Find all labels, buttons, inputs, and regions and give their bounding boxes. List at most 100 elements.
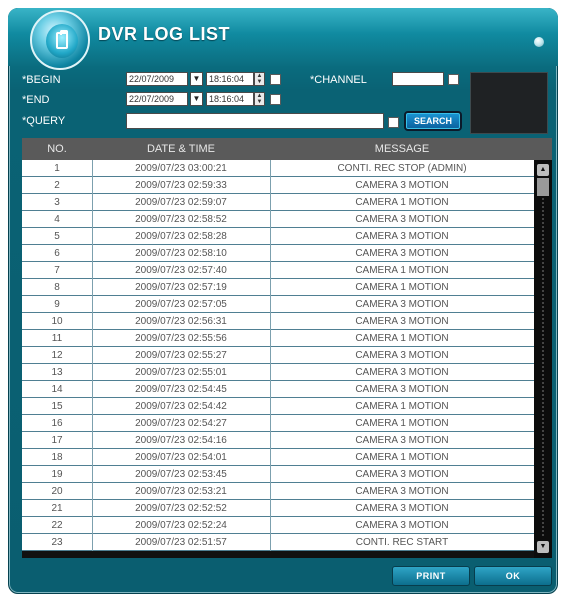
table-row[interactable]: 12 2009/07/23 02:55:27 CAMERA 3 MOTION — [22, 347, 534, 364]
query-label: *QUERY — [22, 115, 66, 127]
cell-date-time: 2009/07/23 02:55:56 — [135, 333, 227, 344]
cell-date-time: 2009/07/23 02:52:52 — [135, 503, 227, 514]
cell-date-time: 2009/07/23 02:54:42 — [135, 401, 227, 412]
cell-message: CAMERA 3 MOTION — [355, 520, 449, 531]
cell-date-time: 2009/07/23 02:59:33 — [135, 180, 227, 191]
cell-no: 6 — [54, 248, 60, 259]
cell-message: CAMERA 3 MOTION — [355, 503, 449, 514]
cell-no: 21 — [51, 503, 63, 514]
table-row[interactable]: 7 2009/07/23 02:57:40 CAMERA 1 MOTION — [22, 262, 534, 279]
end-checkbox[interactable] — [270, 94, 281, 105]
cell-date-time: 2009/07/23 02:58:52 — [135, 214, 227, 225]
query-checkbox[interactable] — [388, 117, 399, 128]
camera-preview — [470, 72, 548, 134]
close-dot-icon[interactable] — [534, 37, 544, 47]
cell-message: CAMERA 1 MOTION — [355, 333, 449, 344]
cell-message: CAMERA 3 MOTION — [355, 469, 449, 480]
window-title: DVR LOG LIST — [98, 24, 230, 44]
table-scrollbar[interactable]: ▲ ▼ — [534, 160, 552, 558]
cell-no: 3 — [54, 197, 60, 208]
cell-date-time: 2009/07/23 02:57:19 — [135, 282, 227, 293]
cell-message: CAMERA 1 MOTION — [355, 197, 449, 208]
cell-date-time: 2009/07/23 02:53:21 — [135, 486, 227, 497]
cell-date-time: 2009/07/23 02:54:27 — [135, 418, 227, 429]
table-row[interactable]: 23 2009/07/23 02:51:57 CONTI. REC START — [22, 534, 534, 551]
channel-checkbox[interactable] — [448, 74, 459, 85]
scroll-up-arrow-icon[interactable]: ▲ — [537, 164, 549, 176]
end-date-field[interactable]: 22/07/2009 — [126, 92, 188, 106]
cell-date-time: 2009/07/23 02:59:07 — [135, 197, 227, 208]
ok-button[interactable]: OK — [474, 566, 552, 586]
cell-message: CAMERA 3 MOTION — [355, 180, 449, 191]
channel-input[interactable] — [392, 72, 444, 86]
cell-message: CAMERA 1 MOTION — [355, 401, 449, 412]
table-row[interactable]: 18 2009/07/23 02:54:01 CAMERA 1 MOTION — [22, 449, 534, 466]
table-row[interactable]: 9 2009/07/23 02:57:05 CAMERA 3 MOTION — [22, 296, 534, 313]
cell-date-time: 2009/07/23 02:57:40 — [135, 265, 227, 276]
cell-date-time: 2009/07/23 02:54:16 — [135, 435, 227, 446]
filter-panel: *BEGIN 22/07/2009 ▼ 18:16:04 ▲ ▼ *CHANNEL… — [22, 66, 552, 136]
table-row[interactable]: 20 2009/07/23 02:53:21 CAMERA 3 MOTION — [22, 483, 534, 500]
table-row[interactable]: 22 2009/07/23 02:52:24 CAMERA 3 MOTION — [22, 517, 534, 534]
end-date-dropdown[interactable]: ▼ — [190, 92, 203, 106]
cell-message: CAMERA 3 MOTION — [355, 214, 449, 225]
table-row[interactable]: 15 2009/07/23 02:54:42 CAMERA 1 MOTION — [22, 398, 534, 415]
table-row[interactable]: 21 2009/07/23 02:52:52 CAMERA 3 MOTION — [22, 500, 534, 517]
query-input[interactable] — [126, 113, 384, 129]
table-row[interactable]: 3 2009/07/23 02:59:07 CAMERA 1 MOTION — [22, 194, 534, 211]
table-row[interactable]: 17 2009/07/23 02:54:16 CAMERA 3 MOTION — [22, 432, 534, 449]
table-row[interactable]: 11 2009/07/23 02:55:56 CAMERA 1 MOTION — [22, 330, 534, 347]
cell-no: 13 — [51, 367, 63, 378]
table-row[interactable]: 19 2009/07/23 02:53:45 CAMERA 3 MOTION — [22, 466, 534, 483]
title-bar — [8, 8, 558, 66]
begin-time-spinner[interactable]: ▲ ▼ — [254, 72, 265, 86]
scroll-down-arrow-icon[interactable]: ▼ — [537, 541, 549, 553]
begin-time-field[interactable]: 18:16:04 — [206, 72, 254, 86]
table-row[interactable]: 13 2009/07/23 02:55:01 CAMERA 3 MOTION — [22, 364, 534, 381]
table-row[interactable]: 14 2009/07/23 02:54:45 CAMERA 3 MOTION — [22, 381, 534, 398]
clipboard-icon — [56, 30, 68, 49]
cell-message: CAMERA 3 MOTION — [355, 486, 449, 497]
cell-message: CAMERA 1 MOTION — [355, 282, 449, 293]
table-row[interactable]: 16 2009/07/23 02:54:27 CAMERA 1 MOTION — [22, 415, 534, 432]
cell-no: 16 — [51, 418, 63, 429]
cell-message: CAMERA 3 MOTION — [355, 350, 449, 361]
cell-message: CAMERA 3 MOTION — [355, 299, 449, 310]
cell-date-time: 2009/07/23 02:58:28 — [135, 231, 227, 242]
table-row[interactable]: 1 2009/07/23 03:00:21 CONTI. REC STOP (ADM… — [22, 160, 534, 177]
scroll-track[interactable] — [542, 198, 544, 536]
table-row[interactable]: 4 2009/07/23 02:58:52 CAMERA 3 MOTION — [22, 211, 534, 228]
table-row[interactable]: 2 2009/07/23 02:59:33 CAMERA 3 MOTION — [22, 177, 534, 194]
scroll-thumb[interactable] — [537, 178, 549, 196]
cell-no: 10 — [51, 316, 63, 327]
cell-message: CONTI. REC START — [355, 537, 449, 548]
cell-no: 17 — [51, 435, 63, 446]
end-time-spinner[interactable]: ▲ ▼ — [254, 92, 265, 106]
cell-no: 20 — [51, 486, 63, 497]
cell-message: CAMERA 3 MOTION — [355, 367, 449, 378]
cell-date-time: 2009/07/23 02:54:45 — [135, 384, 227, 395]
search-button[interactable]: SEARCH — [404, 111, 462, 131]
cell-date-time: 2009/07/23 02:55:01 — [135, 367, 227, 378]
print-button[interactable]: PRINT — [392, 566, 470, 586]
begin-date-dropdown[interactable]: ▼ — [190, 72, 203, 86]
cell-message: CAMERA 3 MOTION — [355, 316, 449, 327]
header-message: MESSAGE — [374, 143, 430, 155]
cell-message: CONTI. REC STOP (ADMIN) — [337, 163, 467, 174]
begin-date-field[interactable]: 22/07/2009 — [126, 72, 188, 86]
table-row[interactable]: 8 2009/07/23 02:57:19 CAMERA 1 MOTION — [22, 279, 534, 296]
cell-no: 1 — [54, 163, 60, 174]
header-no: NO. — [47, 143, 67, 155]
cell-message: CAMERA 3 MOTION — [355, 231, 449, 242]
table-row[interactable]: 6 2009/07/23 02:58:10 CAMERA 3 MOTION — [22, 245, 534, 262]
cell-no: 2 — [54, 180, 60, 191]
begin-checkbox[interactable] — [270, 74, 281, 85]
cell-no: 11 — [51, 333, 63, 344]
table-header: NO. DATE & TIME MESSAGE — [22, 138, 552, 160]
cell-date-time: 2009/07/23 02:55:27 — [135, 350, 227, 361]
table-row[interactable]: 5 2009/07/23 02:58:28 CAMERA 3 MOTION — [22, 228, 534, 245]
cell-date-time: 2009/07/23 02:56:31 — [135, 316, 227, 327]
end-time-field[interactable]: 18:16:04 — [206, 92, 254, 106]
table-row[interactable]: 10 2009/07/23 02:56:31 CAMERA 3 MOTION — [22, 313, 534, 330]
cell-date-time: 2009/07/23 03:00:21 — [135, 163, 227, 174]
